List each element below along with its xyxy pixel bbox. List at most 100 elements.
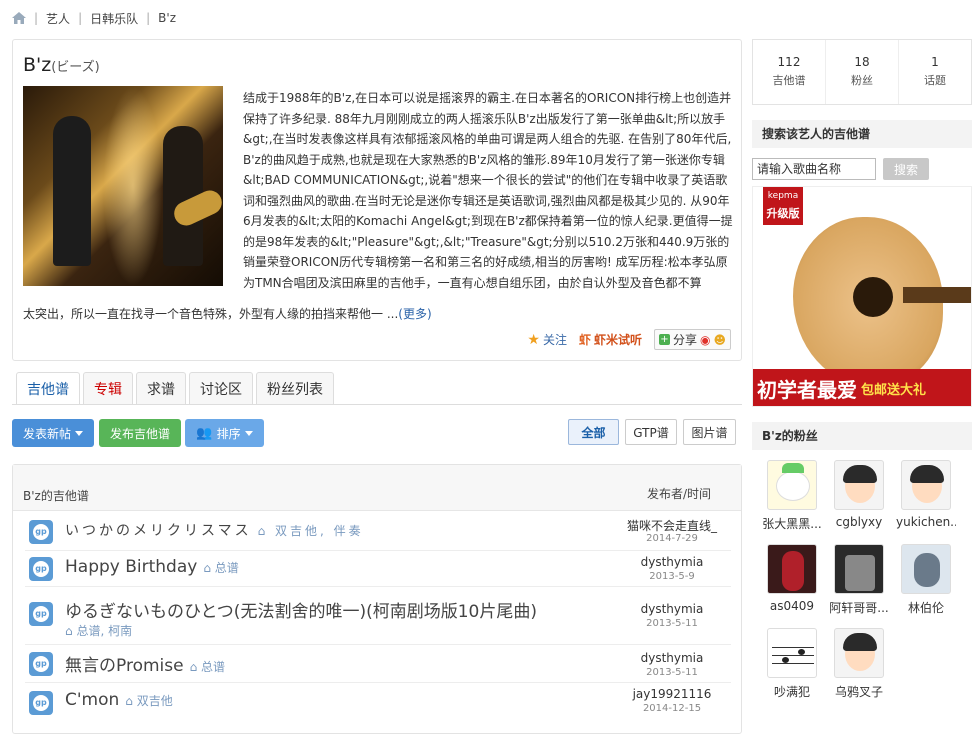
song-search-input[interactable]: 请输入歌曲名称 [752, 158, 876, 180]
stat-tabs[interactable]: 112 吉他谱 [753, 40, 826, 104]
stat-label: 吉他谱 [772, 74, 806, 87]
avatar [834, 544, 884, 594]
xiami-icon: 虾 [578, 333, 591, 347]
tab-author[interactable]: dysthymia [617, 651, 727, 665]
stat-fans[interactable]: 18 粉丝 [826, 40, 899, 104]
tab-title-text: Happy Birthday [65, 557, 198, 577]
tab-title[interactable]: いつかのメリクリスマス ⌂ 双吉他, 伴奏 [65, 520, 364, 540]
users-icon: 👥 [196, 425, 213, 441]
xiami-listen-button[interactable]: 虾虾米试听 [579, 331, 642, 348]
fan-item[interactable]: 吵满犯 [762, 628, 822, 700]
tab-date: 2013-5-11 [646, 667, 698, 678]
avatar [901, 544, 951, 594]
tab-title-text: C'mon [65, 690, 120, 710]
fan-name: cgblyxy [835, 515, 883, 529]
ad-slogan-text: 初学者最爱 [757, 378, 857, 402]
artist-panel: B'z(ビーズ) 结成于1988年的B'z,在日本可以说是摇滚界的霸主.在日本著… [12, 39, 742, 361]
tab-requests[interactable]: 求谱 [136, 372, 186, 404]
tab-author[interactable]: dysthymia [617, 602, 727, 616]
new-post-button[interactable]: 发表新帖 [12, 419, 94, 447]
breadcrumb-separator: | [78, 11, 83, 25]
fan-name: 张大黑黑... [762, 517, 822, 531]
breadcrumb: | 艺人 | 日韩乐队 | B'z [12, 8, 176, 28]
qzone-icon[interactable]: ☻ [713, 333, 726, 347]
caret-down-icon [75, 430, 83, 436]
brand-subtitle: 升级版 [766, 207, 800, 220]
tab-tags: ⌂ 双吉他 [125, 694, 173, 708]
follow-label: 关注 [542, 333, 567, 347]
star-icon: ★ [527, 331, 540, 348]
tab-albums[interactable]: 专辑 [83, 372, 133, 404]
tab-title[interactable]: 無言のPromise ⌂ 总谱 [65, 651, 225, 676]
table-row[interactable]: gp Happy Birthday ⌂ 总谱 dysthymia 2013-5-9 [25, 551, 731, 587]
tab-tags-text: 双吉他 [136, 694, 173, 708]
artist-bio: 结成于1988年的B'z,在日本可以说是摇滚界的霸主.在日本著名的ORICON排… [243, 91, 733, 290]
table-row[interactable]: gp ゆるぎないものひとつ(无法割舍的唯一)(柯南剧场版10片尾曲) ⌂ 总谱,… [25, 587, 731, 645]
fan-name: 林伯伦 [907, 601, 944, 615]
table-row[interactable]: gp いつかのメリクリスマス ⌂ 双吉他, 伴奏 猫咪不会走直线_ 2014-7-… [25, 513, 731, 551]
fan-name: 阿轩哥哥... [829, 601, 889, 615]
tab-title[interactable]: ゆるぎないものひとつ(无法割舍的唯一)(柯南剧场版10片尾曲) [65, 597, 537, 622]
artist-photo [23, 86, 223, 286]
table-row[interactable]: gp 無言のPromise ⌂ 总谱 dysthymia 2013-5-11 [25, 645, 731, 683]
plus-icon: + [658, 334, 670, 345]
fan-item[interactable]: 张大黑黑... [762, 460, 822, 532]
tab-title[interactable]: Happy Birthday ⌂ 总谱 [65, 557, 239, 577]
share-label: 分享 [672, 333, 697, 347]
author-column-header: 发布者/时间 [646, 487, 711, 501]
tab-author[interactable]: jay19921116 [617, 687, 727, 701]
fans-section-title: B'z的粉丝 [752, 422, 972, 450]
avatar [901, 460, 951, 510]
weibo-icon[interactable]: ◉ [700, 333, 710, 347]
stat-topics[interactable]: 1 话题 [899, 40, 971, 104]
more-link[interactable]: (更多) [398, 307, 431, 321]
tab-author[interactable]: 猫咪不会走直线_ [617, 517, 727, 534]
home-icon[interactable] [12, 12, 26, 24]
tab-fans-list[interactable]: 粉丝列表 [256, 372, 334, 404]
stat-label: 粉丝 [851, 74, 873, 87]
share-button[interactable]: + 分享 ◉ ☻ [653, 329, 731, 350]
breadcrumb-separator: | [146, 11, 151, 25]
sort-button[interactable]: 👥 排序 [185, 419, 264, 447]
fan-item[interactable]: 林伯伦 [896, 544, 956, 616]
tab-author[interactable]: dysthymia [617, 555, 727, 569]
tab-discussion[interactable]: 讨论区 [189, 372, 253, 404]
artist-name: B'z [23, 54, 52, 76]
fan-item[interactable]: cgblyxy [829, 460, 889, 529]
artist-actions: ★ 关注 虾虾米试听 + 分享 ◉ ☻ [527, 329, 731, 350]
artist-title: B'z(ビーズ) [23, 54, 100, 76]
tab-divider [12, 404, 742, 405]
tab-title[interactable]: C'mon ⌂ 双吉他 [65, 690, 173, 710]
avatar [767, 544, 817, 594]
filter-all-button[interactable]: 全部 [568, 419, 619, 445]
tab-tags-text: 总谱 [201, 660, 226, 674]
table-row[interactable]: gp C'mon ⌂ 双吉他 jay19921116 2014-12-15 [25, 683, 731, 721]
artist-alias: (ビーズ) [51, 60, 100, 75]
fan-item[interactable]: 阿轩哥哥... [829, 544, 889, 616]
fan-item[interactable]: 乌鸦叉子 [829, 628, 889, 700]
sort-label: 排序 [216, 426, 241, 441]
search-section-title: 搜索该艺人的吉他谱 [752, 120, 972, 148]
caret-down-icon [244, 430, 253, 436]
tab-tags-text: 总谱 [214, 561, 239, 575]
follow-button[interactable]: ★ 关注 [527, 331, 567, 348]
ad-slogan-sub: 包邮送大礼 [861, 383, 927, 398]
artist-bio-tail-text: 太突出，所以一直在找寻一个音色特殊，外型有人缘的拍挡来帮他一 ... [23, 307, 399, 321]
fan-item[interactable]: as0409 [762, 544, 822, 613]
tab-date: 2014-12-15 [642, 703, 702, 714]
breadcrumb-item[interactable]: 日韩乐队 [90, 10, 138, 27]
artist-bio-tail: 太突出，所以一直在找寻一个音色特殊，外型有人缘的拍挡来帮他一 ...(更多) [23, 304, 733, 325]
filter-image-button[interactable]: 图片谱 [683, 419, 736, 445]
tab-guitar-tabs[interactable]: 吉他谱 [16, 372, 80, 405]
tab-tags: ⌂ 双吉他, 伴奏 [257, 524, 364, 538]
publish-tab-button[interactable]: 发布吉他谱 [99, 419, 181, 447]
filter-gtp-button[interactable]: GTP谱 [625, 419, 677, 445]
search-button[interactable]: 搜索 [883, 158, 929, 180]
tab-list: B'z的吉他谱 发布者/时间 gp いつかのメリクリスマス ⌂ 双吉他, 伴奏 猫… [12, 464, 742, 734]
fan-item[interactable]: yukichen... [896, 460, 956, 529]
new-post-label: 发表新帖 [22, 426, 71, 441]
breadcrumb-item[interactable]: 艺人 [46, 10, 70, 27]
ad-slogan: 初学者最爱 包邮送大礼 [753, 369, 971, 406]
guitar-ad-banner[interactable]: kepma 升级版 初学者最爱 包邮送大礼 [752, 186, 972, 407]
stat-number: 18 [854, 55, 870, 69]
